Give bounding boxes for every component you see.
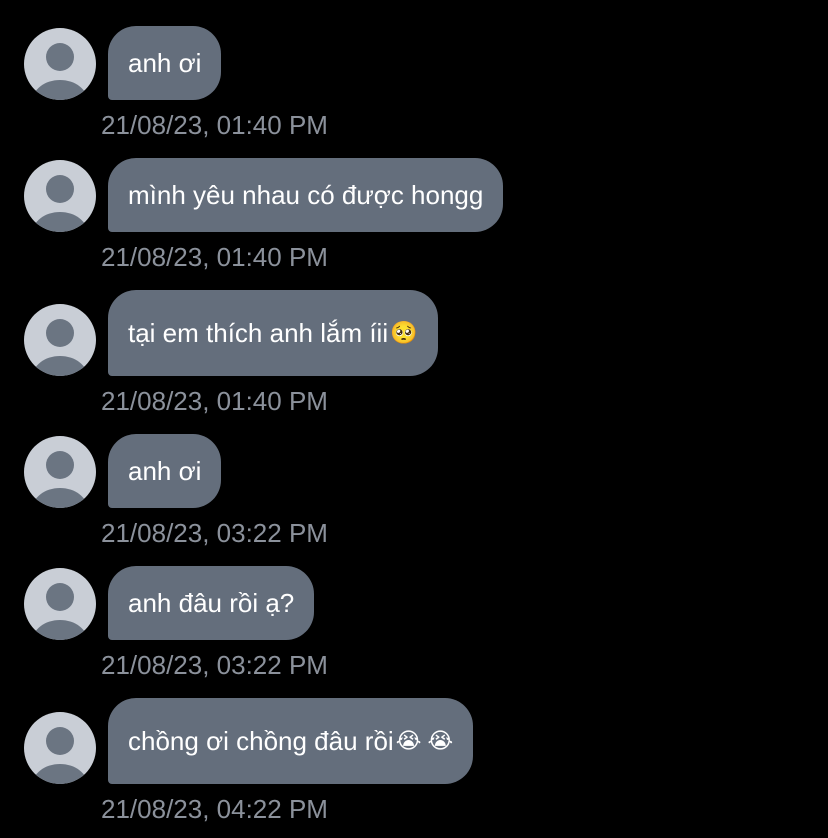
message-bubble[interactable]: anh đâu rồi ạ? [108, 566, 315, 640]
message-bubble[interactable]: anh ơi [108, 26, 222, 100]
message-text: anh ơi [128, 48, 202, 78]
pleading-face-emoji: 🥺 [390, 320, 418, 345]
message-text: anh ơi [128, 456, 202, 486]
message-bubble[interactable]: chồng ơi chồng đâu rồi 😭 😭 [108, 698, 474, 784]
message-bubble[interactable]: anh ơi [108, 434, 222, 508]
message-bubble[interactable]: tại em thích anh lắm íii 🥺 [108, 290, 438, 376]
message-text: anh đâu rồi ạ? [128, 588, 295, 618]
message-timestamp: 21/08/23, 03:22 PM [101, 518, 328, 548]
avatar-icon[interactable] [24, 160, 96, 232]
message-timestamp: 21/08/23, 04:22 PM [101, 794, 328, 824]
message-timestamp: 21/08/23, 01:40 PM [101, 242, 328, 272]
crying-face-emoji: 😭 😭 [395, 728, 454, 753]
message-timestamp: 21/08/23, 03:22 PM [101, 650, 328, 680]
avatar-icon[interactable] [24, 436, 96, 508]
message-timestamp: 21/08/23, 01:40 PM [101, 386, 328, 416]
message-text: chồng ơi chồng đâu rồi [128, 726, 394, 756]
message-timestamp: 21/08/23, 01:40 PM [101, 110, 328, 140]
message-bubble[interactable]: mình yêu nhau có được hongg [108, 158, 504, 232]
avatar-icon[interactable] [24, 568, 96, 640]
message-text: tại em thích anh lắm íii [128, 318, 389, 348]
avatar-icon[interactable] [24, 712, 96, 784]
avatar-icon[interactable] [24, 28, 96, 100]
avatar-icon[interactable] [24, 304, 96, 376]
message-text: mình yêu nhau có được hongg [128, 180, 484, 210]
